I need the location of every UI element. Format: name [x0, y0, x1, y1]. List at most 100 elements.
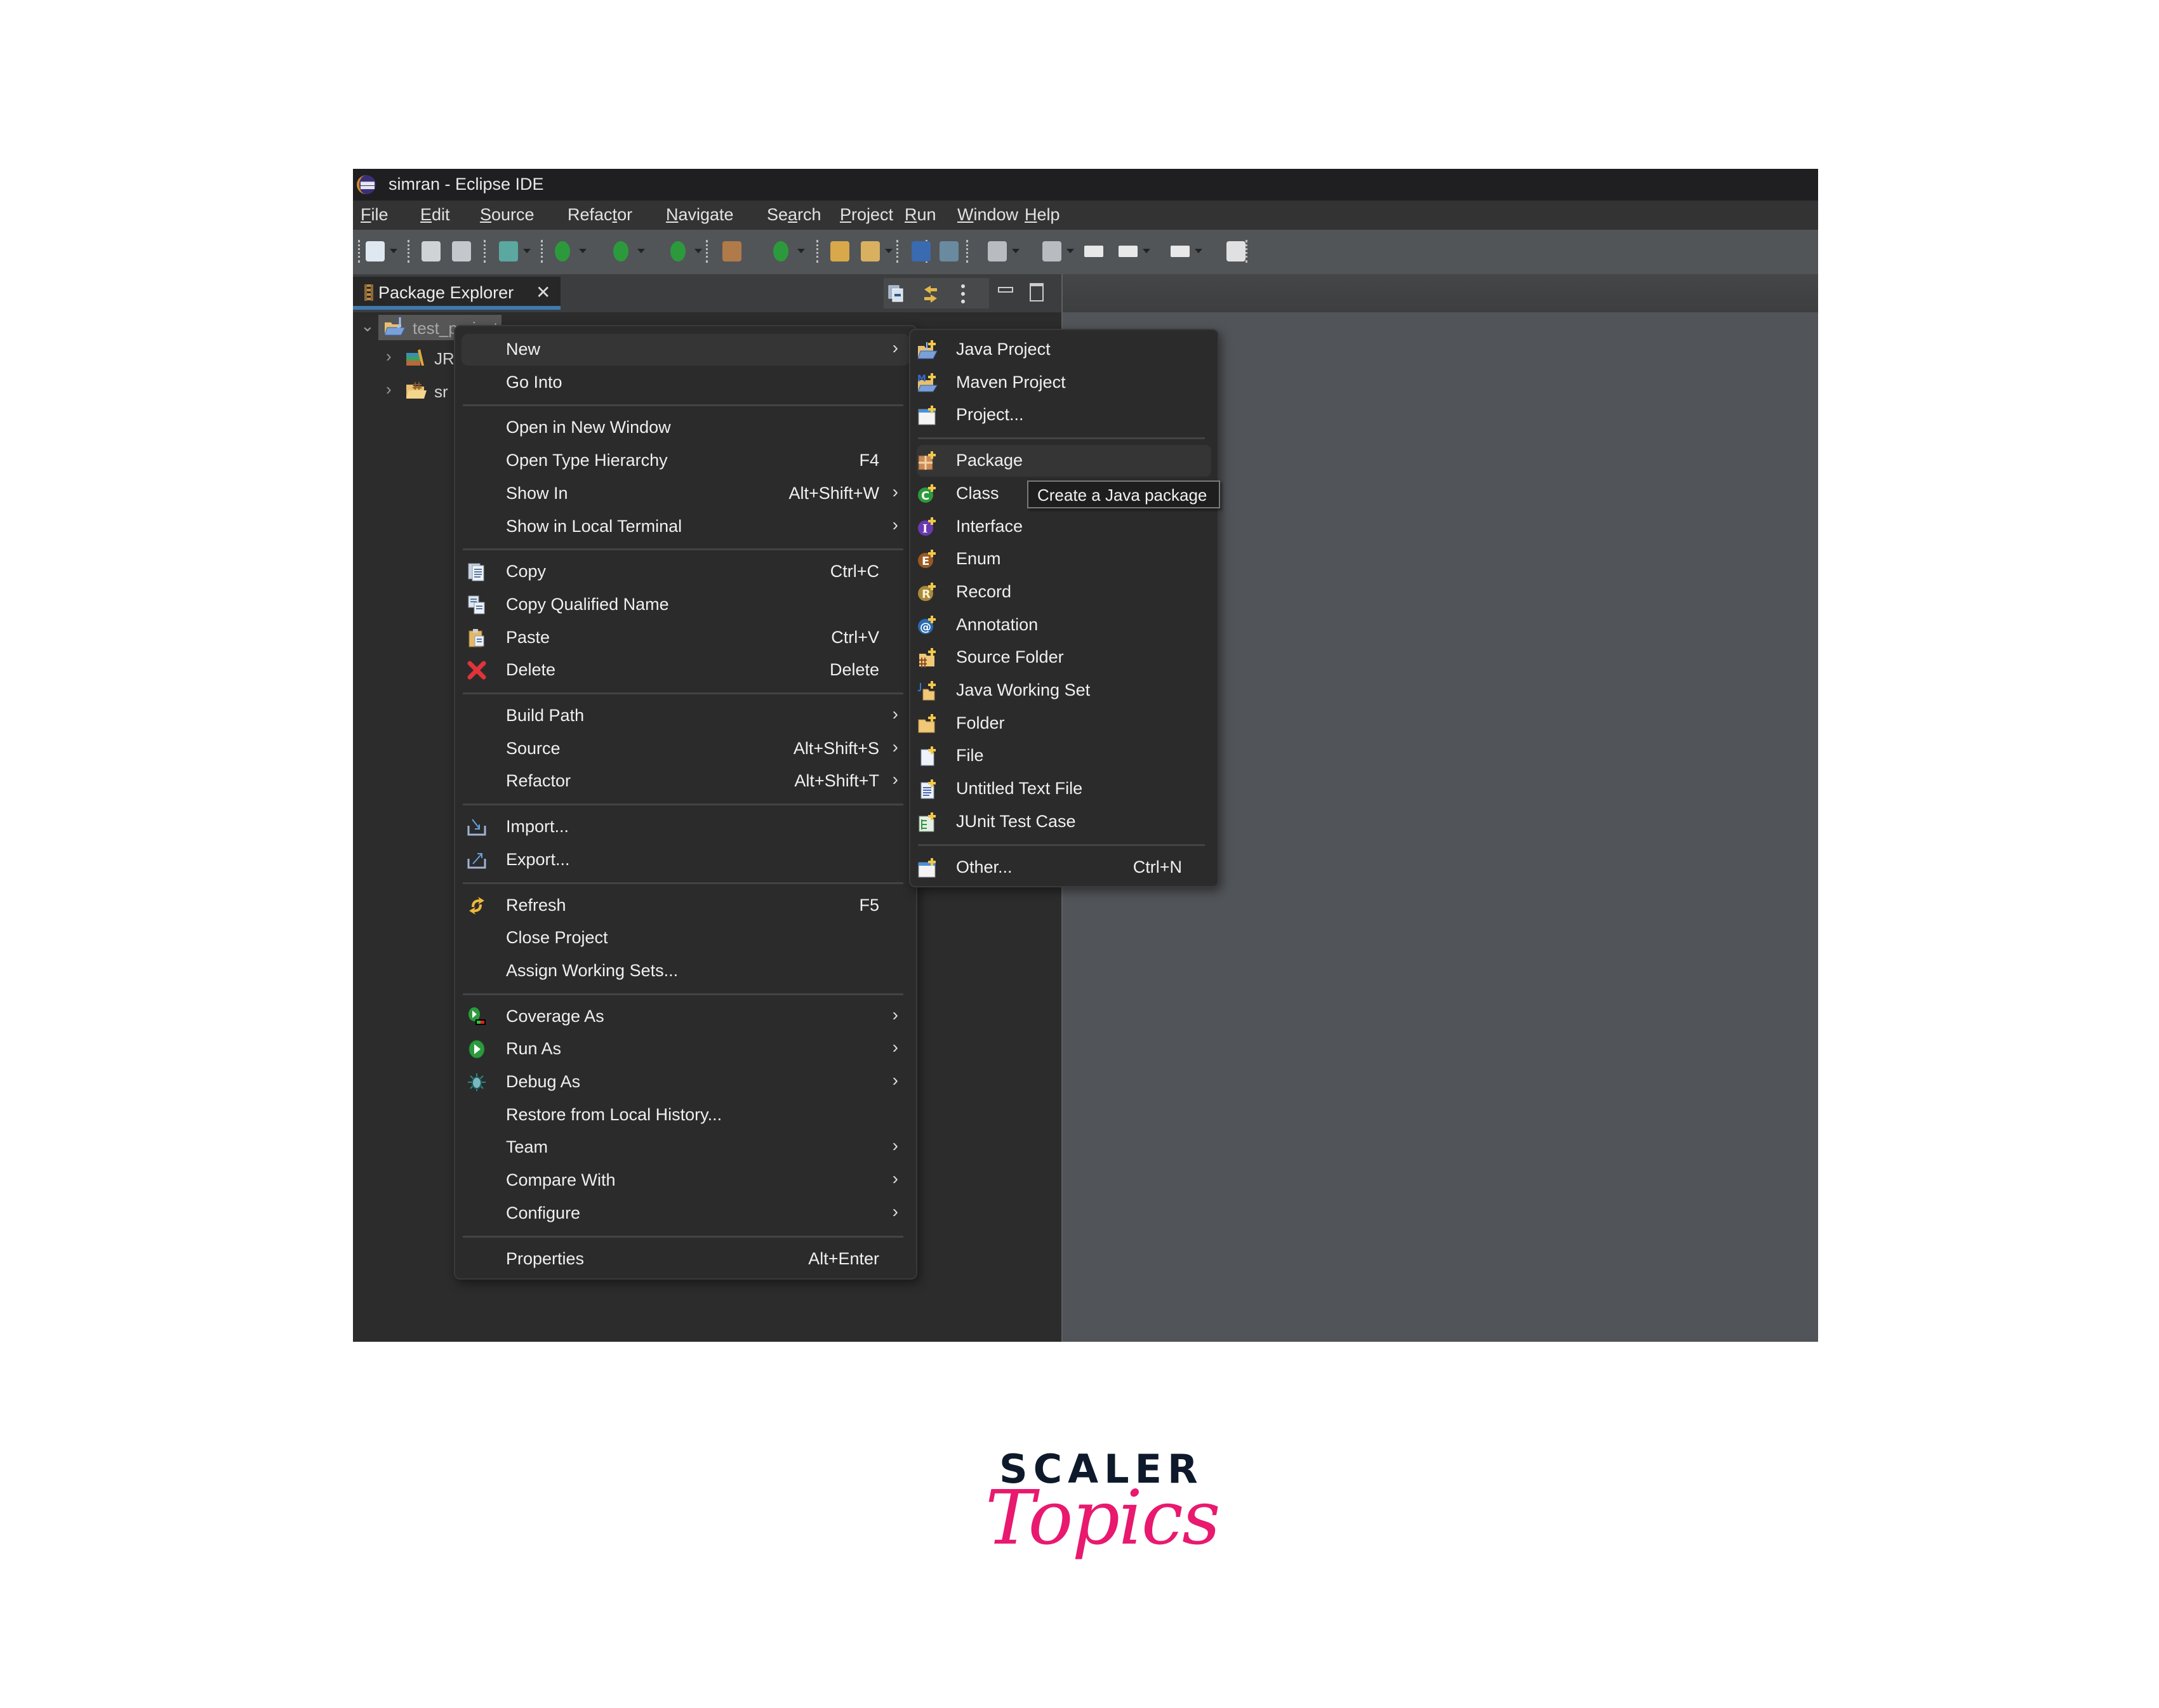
next-annotation-icon[interactable]	[988, 241, 1007, 261]
menu-window[interactable]: Window	[957, 205, 1018, 225]
ctx-item-open-type-hierarchy[interactable]: Open Type Hierarchy F4	[455, 445, 916, 477]
toggle-mark-occurrences-icon[interactable]	[912, 241, 931, 261]
ctx-item-show-in-local-terminal[interactable]: Show in Local Terminal ›	[455, 511, 916, 543]
dropdown-arrow-icon[interactable]	[1012, 249, 1020, 253]
chevron-right-icon[interactable]: ›	[386, 347, 392, 366]
menu-project[interactable]: Project	[840, 205, 893, 225]
open-task-icon[interactable]	[861, 241, 880, 261]
ctx-item-team[interactable]: Team ›	[455, 1132, 916, 1163]
menu-navigate[interactable]: Navigate	[666, 205, 734, 225]
debug-icon[interactable]	[499, 241, 518, 261]
tab-package-explorer[interactable]: Package Explorer ✕	[353, 277, 561, 310]
previous-annotation-icon[interactable]	[1042, 241, 1061, 261]
run-external-tool-icon[interactable]	[670, 241, 686, 261]
menu-item-label: Annotation	[956, 614, 1039, 634]
ctx-item-close-project[interactable]: Close Project	[455, 922, 916, 954]
svg-text:M: M	[917, 374, 926, 384]
dropdown-arrow-icon[interactable]	[1195, 249, 1202, 253]
back-icon[interactable]	[1119, 246, 1138, 257]
new-item-folder[interactable]: Folder	[910, 708, 1218, 739]
ctx-item-configure[interactable]: Configure ›	[455, 1198, 916, 1229]
save-icon[interactable]	[422, 241, 441, 261]
tree-item-src[interactable]: › sr	[353, 378, 455, 404]
ctx-item-compare-with[interactable]: Compare With ›	[455, 1165, 916, 1196]
view-toolbar	[884, 278, 989, 308]
link-with-editor-icon[interactable]	[922, 284, 940, 307]
dropdown-arrow-icon[interactable]	[579, 249, 587, 253]
maximize-view-button[interactable]	[1030, 283, 1044, 301]
new-item-enum[interactable]: E Enum	[910, 543, 1218, 575]
forward-icon[interactable]	[1171, 246, 1190, 257]
new-java-package-icon[interactable]	[722, 241, 741, 261]
dropdown-arrow-icon[interactable]	[885, 249, 893, 253]
ctx-item-export[interactable]: Export...	[455, 844, 916, 876]
ctx-item-debug-as[interactable]: Debug As ›	[455, 1066, 916, 1098]
new-item-java-project[interactable]: Java Project	[910, 334, 1218, 366]
last-edit-location-icon[interactable]	[1084, 246, 1103, 257]
ctx-item-run-as[interactable]: Run As ›	[455, 1033, 916, 1065]
dropdown-arrow-icon[interactable]	[1066, 249, 1074, 253]
debug-icon	[467, 1072, 487, 1092]
dropdown-arrow-icon[interactable]	[523, 249, 531, 253]
menu-edit[interactable]: Edit	[420, 205, 450, 225]
open-perspective-icon[interactable]	[1226, 241, 1246, 261]
ctx-item-import[interactable]: Import...	[455, 811, 916, 843]
dropdown-arrow-icon[interactable]	[390, 249, 397, 253]
menu-item-label: Class	[956, 483, 999, 503]
dropdown-arrow-icon[interactable]	[694, 249, 702, 253]
new-item-record[interactable]: R Record	[910, 576, 1218, 608]
ctx-item-new[interactable]: New ›	[462, 334, 910, 366]
close-tab-icon[interactable]: ✕	[536, 282, 550, 303]
new-item-junit-test-case[interactable]: JUnit Test Case	[910, 806, 1218, 838]
package-icon	[917, 451, 937, 471]
dropdown-arrow-icon[interactable]	[797, 249, 805, 253]
ctx-item-go-into[interactable]: Go Into	[455, 367, 916, 399]
ctx-item-refresh[interactable]: Refresh F5	[455, 890, 916, 922]
ctx-item-show-in[interactable]: Show In Alt+Shift+W ›	[455, 478, 916, 510]
dropdown-arrow-icon[interactable]	[637, 249, 645, 253]
coverage-icon[interactable]	[613, 241, 628, 261]
ctx-item-coverage-as[interactable]: Coverage As ›	[455, 1001, 916, 1033]
menu-help[interactable]: Help	[1025, 205, 1060, 225]
shortcut-label: Alt+Shift+S	[793, 738, 879, 758]
open-type-icon[interactable]	[830, 241, 849, 261]
ctx-item-source[interactable]: Source Alt+Shift+S ›	[455, 733, 916, 765]
ctx-item-delete[interactable]: Delete Delete	[455, 654, 916, 686]
new-wizard-icon[interactable]	[366, 241, 385, 261]
chevron-down-icon[interactable]: ⌄	[361, 316, 375, 336]
menu-search[interactable]: Search	[767, 205, 821, 225]
new-item-java-working-set[interactable]: Java Working Set	[910, 675, 1218, 706]
new-item-untitled-text-file[interactable]: Untitled Text File	[910, 773, 1218, 805]
tree-item-jre[interactable]: › JR	[353, 345, 455, 371]
new-item-package[interactable]: Package	[917, 445, 1211, 477]
ctx-item-paste[interactable]: Paste Ctrl+V	[455, 622, 916, 654]
new-java-class-icon[interactable]	[773, 241, 788, 261]
ctx-item-copy[interactable]: Copy Ctrl+C	[455, 556, 916, 588]
view-menu-icon[interactable]	[960, 283, 966, 308]
ctx-item-copy-qualified-name[interactable]: Copy Qualified Name	[455, 589, 916, 621]
collapse-all-icon[interactable]	[887, 284, 905, 307]
ctx-item-build-path[interactable]: Build Path ›	[455, 700, 916, 732]
toggle-block-selection-icon[interactable]	[940, 241, 959, 261]
chevron-right-icon[interactable]: ›	[386, 380, 392, 399]
ctx-item-properties[interactable]: Properties Alt+Enter	[455, 1243, 916, 1275]
new-item-annotation[interactable]: @ Annotation	[910, 609, 1218, 641]
menu-run[interactable]: Run	[905, 205, 936, 225]
ctx-item-refactor[interactable]: Refactor Alt+Shift+T ›	[455, 765, 916, 797]
ctx-item-restore-from-local-history[interactable]: Restore from Local History...	[455, 1099, 916, 1131]
save-all-icon[interactable]	[452, 241, 471, 261]
minimize-view-button[interactable]	[998, 287, 1013, 293]
new-item-file[interactable]: File	[910, 740, 1218, 772]
new-item-project[interactable]: Project...	[910, 399, 1218, 431]
run-icon[interactable]	[555, 241, 570, 261]
menu-refactor[interactable]: Refactor	[568, 205, 632, 225]
new-item-source-folder[interactable]: Source Folder	[910, 642, 1218, 673]
menu-file[interactable]: File	[361, 205, 389, 225]
new-item-interface[interactable]: I Interface	[910, 511, 1218, 543]
new-item-other[interactable]: Other... Ctrl+N	[910, 852, 1218, 884]
ctx-item-open-in-new-window[interactable]: Open in New Window	[455, 412, 916, 444]
menu-source[interactable]: Source	[480, 205, 535, 225]
ctx-item-assign-working-sets[interactable]: Assign Working Sets...	[455, 955, 916, 987]
new-item-maven-project[interactable]: M Maven Project	[910, 367, 1218, 399]
dropdown-arrow-icon[interactable]	[1143, 249, 1150, 253]
